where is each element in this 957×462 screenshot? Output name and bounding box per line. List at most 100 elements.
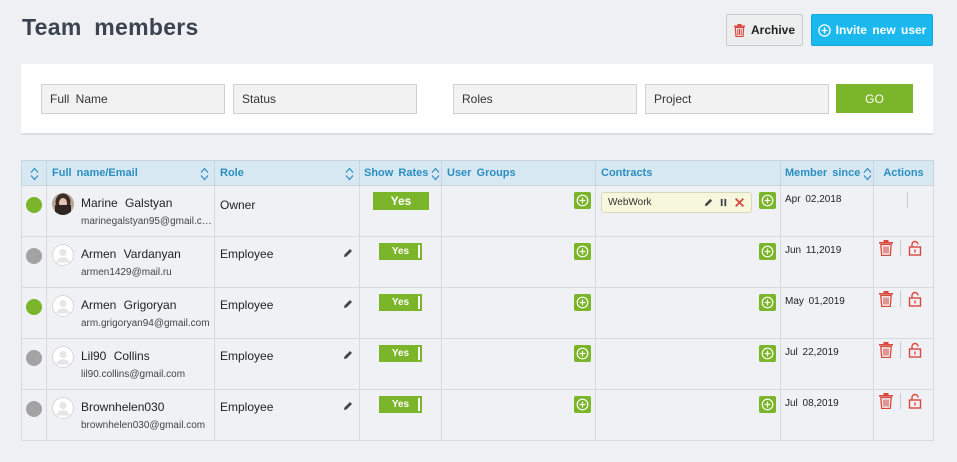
show-rates-toggle[interactable]: Yes — [379, 294, 422, 311]
project-filter-input[interactable] — [645, 84, 829, 114]
add-contract-button[interactable] — [759, 243, 776, 260]
archive-label: Archive — [750, 23, 796, 37]
status-header[interactable] — [21, 160, 47, 186]
member-email: marinegalstyan95@gmail.com — [81, 216, 213, 227]
add-user-group-button[interactable] — [574, 396, 591, 413]
member-since-date: Jun 11,2019 — [785, 245, 842, 256]
contracts-header: Contracts — [595, 160, 781, 186]
close-icon[interactable] — [734, 197, 745, 208]
add-user-group-button[interactable] — [574, 243, 591, 260]
plus-circle-icon — [817, 23, 831, 37]
member-name: Armen Grigoryan — [81, 298, 177, 312]
plus-circle-icon — [576, 194, 589, 207]
pause-icon[interactable] — [719, 198, 728, 207]
role-header[interactable]: Role — [214, 160, 360, 186]
avatar — [52, 346, 74, 368]
roles-filter-input[interactable] — [453, 84, 637, 114]
role-text: Employee — [220, 247, 274, 261]
unlock-icon[interactable] — [908, 291, 922, 307]
name-email-header[interactable]: Full name/Email — [46, 160, 215, 186]
role-text: Owner — [220, 198, 256, 212]
go-button[interactable]: GO — [836, 84, 913, 113]
status-dot-active — [26, 299, 42, 315]
add-contract-button[interactable] — [759, 345, 776, 362]
member-name: Armen Vardanyan — [81, 247, 181, 261]
archive-button[interactable]: Archive — [726, 14, 803, 46]
member-since-header[interactable]: Member since — [780, 160, 874, 186]
trash-icon[interactable] — [879, 291, 893, 307]
action-separator — [900, 393, 901, 409]
trash-icon[interactable] — [879, 393, 893, 409]
role-text: Employee — [220, 298, 274, 312]
plus-circle-icon — [761, 194, 774, 207]
add-user-group-button[interactable] — [574, 345, 591, 362]
sort-arrows-icon — [30, 167, 39, 181]
add-user-group-button[interactable] — [574, 294, 591, 311]
row-actions — [879, 393, 922, 409]
plus-circle-icon — [576, 296, 589, 309]
table-header-row: Full name/Email Role Show Rates User Gro… — [21, 160, 934, 186]
unlock-icon[interactable] — [908, 342, 922, 358]
add-user-group-button[interactable] — [574, 192, 591, 209]
plus-circle-icon — [576, 245, 589, 258]
add-contract-button[interactable] — [759, 294, 776, 311]
member-since-date: Jul 08,2019 — [785, 398, 839, 409]
plus-circle-icon — [761, 296, 774, 309]
show-rates-toggle[interactable]: Yes — [379, 396, 422, 413]
member-since-date: May 01,2019 — [785, 296, 845, 307]
full-name-filter-input[interactable] — [41, 84, 225, 114]
team-members-table: Full name/Email Role Show Rates User Gro… — [21, 160, 934, 441]
action-separator — [900, 240, 901, 256]
action-separator — [900, 342, 901, 358]
sort-arrows-icon — [431, 167, 440, 181]
pencil-icon[interactable] — [343, 401, 353, 411]
unlock-icon[interactable] — [908, 240, 922, 256]
trash-icon — [733, 23, 745, 37]
table-row: Armen Grigoryan arm.grigoryan94@gmail.co… — [21, 287, 934, 339]
filter-panel: GO — [21, 64, 933, 135]
plus-circle-icon — [576, 398, 589, 411]
row-actions — [900, 192, 915, 208]
avatar — [52, 244, 74, 266]
trash-icon[interactable] — [879, 240, 893, 256]
pencil-icon[interactable] — [704, 198, 713, 207]
row-actions — [879, 342, 922, 358]
avatar — [52, 397, 74, 419]
pencil-icon[interactable] — [343, 299, 353, 309]
action-separator — [907, 192, 908, 208]
show-rates-toggle[interactable]: Yes — [373, 192, 429, 210]
row-actions — [879, 240, 922, 256]
contract-name: WebWork — [608, 197, 652, 208]
pencil-icon[interactable] — [343, 248, 353, 258]
table-row: Marine Galstyan marinegalstyan95@gmail.c… — [21, 185, 934, 237]
avatar — [52, 295, 74, 317]
plus-circle-icon — [761, 347, 774, 360]
status-filter-input[interactable] — [233, 84, 417, 114]
member-name: Marine Galstyan — [81, 196, 173, 210]
member-email: lil90.collins@gmail.com — [81, 369, 186, 380]
show-rates-header[interactable]: Show Rates — [359, 160, 442, 186]
unlock-icon[interactable] — [908, 393, 922, 409]
member-email: armen1429@mail.ru — [81, 267, 172, 278]
row-actions — [879, 291, 922, 307]
user-groups-header: User Groups — [441, 160, 596, 186]
actions-header: Actions — [873, 160, 934, 186]
table-row: Lil90 Collins lil90.collins@gmail.com Em… — [21, 338, 934, 390]
trash-icon[interactable] — [879, 342, 893, 358]
add-contract-button[interactable] — [759, 192, 776, 209]
table-body: Marine Galstyan marinegalstyan95@gmail.c… — [21, 185, 934, 441]
table-row: Brownhelen030 brownhelen030@gmail.com Em… — [21, 389, 934, 441]
status-dot-inactive — [26, 248, 42, 264]
plus-circle-icon — [576, 347, 589, 360]
action-separator — [900, 291, 901, 307]
sort-arrows-icon — [345, 167, 354, 181]
member-since-date: Apr 02,2018 — [785, 194, 842, 205]
invite-new-user-button[interactable]: Invite new user — [811, 14, 933, 46]
page-title: Team members — [22, 14, 199, 40]
add-contract-button[interactable] — [759, 396, 776, 413]
pencil-icon[interactable] — [343, 350, 353, 360]
show-rates-toggle[interactable]: Yes — [379, 243, 422, 260]
show-rates-toggle[interactable]: Yes — [379, 345, 422, 362]
status-dot-inactive — [26, 350, 42, 366]
plus-circle-icon — [761, 398, 774, 411]
